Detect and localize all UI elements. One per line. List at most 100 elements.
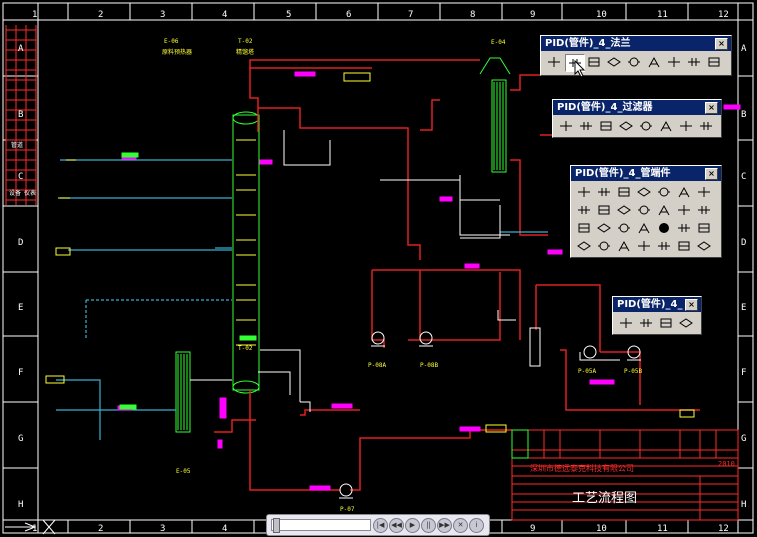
- grid-label: D: [18, 238, 24, 248]
- rewind-button[interactable]: ◀◀: [389, 518, 404, 533]
- cross-icon[interactable]: [695, 238, 713, 254]
- skip-start-button[interactable]: |◀: [373, 518, 388, 533]
- orifice-icon[interactable]: [657, 315, 675, 331]
- flange-ring-icon[interactable]: [705, 54, 723, 70]
- close-button[interactable]: ×: [705, 102, 718, 114]
- elbow-icon[interactable]: [575, 184, 593, 200]
- vent-icon[interactable]: [655, 184, 673, 200]
- close-button[interactable]: ×: [705, 168, 718, 180]
- tee-icon[interactable]: [695, 184, 713, 200]
- toolbar-flange[interactable]: PID(管件)_4_法兰 ×: [540, 35, 732, 76]
- y-filter-icon[interactable]: [557, 118, 575, 134]
- toolbar-title-bar[interactable]: PID(管件)_4_过滤器 ×: [553, 100, 721, 115]
- equipment-name: 原料预热器: [162, 49, 193, 56]
- equipment-tag: P-08A: [368, 362, 387, 369]
- toolbar-title-bar[interactable]: PID(管件)_4_管端件 ×: [571, 166, 721, 181]
- blind-cap-icon[interactable]: [595, 220, 613, 236]
- line-tag: [459, 426, 481, 432]
- close-button[interactable]: ×: [685, 299, 698, 311]
- pump-symbol: [371, 331, 385, 345]
- toolbar-title-bar[interactable]: PID(管件)_4_ ×: [613, 297, 701, 312]
- grid-label: 9: [530, 10, 536, 20]
- flange-end-icon[interactable]: [545, 54, 563, 70]
- pid-drawing: [2, 2, 754, 534]
- flange-weld-icon[interactable]: [605, 54, 623, 70]
- grid-icon[interactable]: [695, 220, 713, 236]
- seek-thumb[interactable]: [273, 518, 280, 533]
- pause-button[interactable]: ||: [421, 518, 436, 533]
- grid-label: H: [18, 500, 24, 510]
- bend-icon[interactable]: [595, 184, 613, 200]
- tool-grid: [571, 181, 721, 257]
- grid-label: 10: [596, 524, 607, 534]
- plug-icon[interactable]: [675, 202, 693, 218]
- basket-filter-icon[interactable]: [597, 118, 615, 134]
- equipment-tag: E-06: [164, 38, 179, 45]
- flange-blind-icon[interactable]: [585, 54, 603, 70]
- pipe-line: [510, 74, 540, 91]
- grid-label: C: [741, 172, 747, 182]
- seek-slider[interactable]: [271, 518, 371, 533]
- s-icon[interactable]: [635, 238, 653, 254]
- y-branch-icon[interactable]: [675, 184, 693, 200]
- stub-icon[interactable]: [635, 220, 653, 236]
- end-cap-icon[interactable]: [575, 220, 593, 236]
- drawing-title: 工艺流程图: [572, 491, 638, 506]
- title-block: [511, 429, 739, 521]
- flange-thread-icon[interactable]: [665, 54, 683, 70]
- oval-icon[interactable]: [695, 202, 713, 218]
- bag-filter-icon[interactable]: [677, 118, 695, 134]
- cartridge-filter-icon[interactable]: [697, 118, 715, 134]
- fast-forward-button[interactable]: ▶▶: [437, 518, 452, 533]
- toolbar-fitting[interactable]: PID(管件)_4_管端件 ×: [570, 165, 722, 258]
- side-table-cell: 管道: [11, 142, 24, 149]
- wedge-icon[interactable]: [635, 202, 653, 218]
- sight-glass-icon[interactable]: [637, 315, 655, 331]
- toolbar-title: PID(管件)_4_过滤器: [557, 102, 653, 113]
- playback-control-bar[interactable]: |◀ ◀◀ ▶ || ▶▶ ✕ i: [266, 514, 490, 536]
- split-icon[interactable]: [575, 202, 593, 218]
- flange-socket-icon[interactable]: [645, 54, 663, 70]
- grid-label: 12: [718, 524, 729, 534]
- cad-drawing-canvas[interactable]: 123456789101112 123456789101112 ABCDEFGH…: [0, 0, 757, 537]
- info-button[interactable]: i: [469, 518, 484, 533]
- ball-icon[interactable]: [655, 220, 673, 236]
- play-button[interactable]: ▶: [405, 518, 420, 533]
- bow-icon[interactable]: [575, 238, 593, 254]
- line-tag: [464, 263, 480, 269]
- grid-label: A: [741, 44, 747, 54]
- flange-slip-icon[interactable]: [625, 54, 643, 70]
- instrument-tag: [485, 424, 507, 433]
- funnel-icon[interactable]: [635, 184, 653, 200]
- cap-icon[interactable]: [655, 202, 673, 218]
- diamond-icon[interactable]: [595, 238, 613, 254]
- side-table-cell: 设备: [9, 190, 22, 197]
- union-icon[interactable]: [675, 238, 693, 254]
- toolbar-title-bar[interactable]: PID(管件)_4_法兰 ×: [541, 36, 731, 51]
- dash-end-icon[interactable]: [615, 220, 633, 236]
- grid-label: 4: [222, 524, 228, 534]
- t-filter-icon[interactable]: [577, 118, 595, 134]
- toolbar-filter[interactable]: PID(管件)_4_过滤器 ×: [552, 99, 722, 138]
- square-icon[interactable]: [655, 238, 673, 254]
- pipe-line: [300, 409, 360, 416]
- pipe-line: [536, 284, 601, 352]
- arrow-up-icon[interactable]: [595, 202, 613, 218]
- toolbar-misc[interactable]: PID(管件)_4_ ×: [612, 296, 702, 335]
- expansion-joint-icon[interactable]: [677, 315, 695, 331]
- column-bottom: [232, 380, 260, 394]
- duplex-filter-icon[interactable]: [637, 118, 655, 134]
- close-button[interactable]: ×: [715, 38, 728, 50]
- trap-icon[interactable]: [615, 238, 633, 254]
- strainer-icon[interactable]: [657, 118, 675, 134]
- reducer-icon[interactable]: [615, 184, 633, 200]
- nozzle-icon[interactable]: [675, 220, 693, 236]
- flange-lap-icon[interactable]: [685, 54, 703, 70]
- cone-filter-icon[interactable]: [617, 118, 635, 134]
- grid-label: 11: [657, 10, 668, 20]
- close-player-button[interactable]: ✕: [453, 518, 468, 533]
- box-icon[interactable]: [615, 202, 633, 218]
- spool-icon[interactable]: [617, 315, 635, 331]
- grid-label: A: [18, 44, 24, 54]
- grid-label: 11: [657, 524, 668, 534]
